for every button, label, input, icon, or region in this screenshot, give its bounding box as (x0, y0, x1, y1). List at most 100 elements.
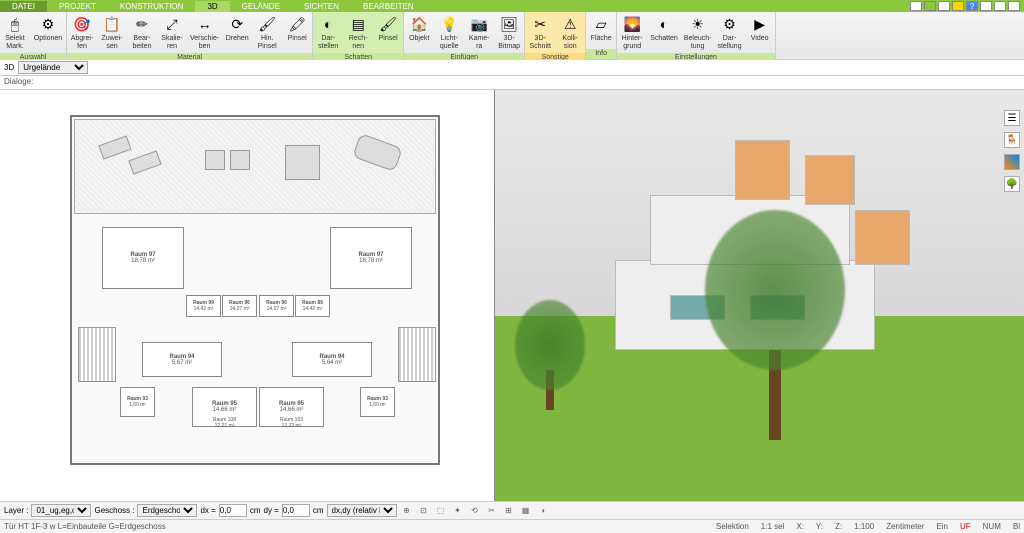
ribbon-btn[interactable]: ⟳Drehen (222, 12, 252, 53)
ribbon-btn[interactable]: 🏠Objekt (404, 12, 434, 53)
furniture-icon[interactable]: 🪑 (1004, 132, 1020, 148)
status-unit: Zentimeter (886, 522, 924, 531)
stairs-left (78, 327, 116, 382)
ribbon: 🖱 SelektMark. ⚙ Optionen Auswahl 🎯Abgrei… (0, 12, 1024, 60)
ribbon-btn[interactable]: 🖌Pinsel (373, 12, 403, 53)
wc2[interactable] (924, 1, 936, 11)
ribbon-btn[interactable]: 📋Zuwei-sen (97, 12, 127, 53)
status-y: Y: (816, 522, 823, 531)
ribbon-btn[interactable]: ▤Rech-nen (343, 12, 373, 53)
lbl: Video (751, 35, 769, 43)
ribbon-btn[interactable]: 🖍Pinsel (282, 12, 312, 53)
ribbon-group-info: ▱Fläche Info (586, 12, 617, 59)
ribbon-btn[interactable]: ✏Bear-beiten (127, 12, 157, 53)
cm-label: cm (250, 506, 261, 515)
geschoss-label: Geschoss : (94, 506, 134, 515)
mode-select[interactable]: dx,dy (relativ ka (327, 504, 397, 517)
ribbon-btn[interactable]: 💡Licht-quelle (434, 12, 464, 53)
dx-input[interactable] (219, 504, 247, 517)
menu-gelaende[interactable]: GELÄNDE (230, 1, 292, 12)
room[interactable]: Raum 931,60 m² (120, 387, 155, 417)
tool-icon: 🎯 (72, 14, 92, 34)
ribbon-btn[interactable]: 🖌Hin.Pinsel (252, 12, 282, 53)
room[interactable]: Raum 9914,42 m² (186, 295, 221, 317)
tool-icon[interactable]: ✂ (485, 504, 499, 518)
tool-icon[interactable]: ✦ (451, 504, 465, 518)
menu-3d[interactable]: 3D (195, 1, 229, 12)
geschoss-select[interactable]: Erdgeschos (137, 504, 197, 517)
status-z: Z: (835, 522, 842, 531)
dy-input[interactable] (282, 504, 310, 517)
room[interactable]: Raum 9614,07 m² (259, 295, 294, 317)
room[interactable]: Raum 945,67 m² (142, 342, 222, 377)
pane-3d[interactable] (495, 90, 1024, 501)
close-button[interactable] (1008, 1, 1020, 11)
help-button[interactable]: ? (966, 1, 978, 11)
room[interactable]: Raum 9614,07 m² (222, 295, 257, 317)
room[interactable]: Raum 10812,21 m² (192, 417, 257, 429)
tree-icon[interactable]: 🌳 (1004, 176, 1020, 192)
ribbon-btn[interactable]: ☀Beleuch-tung (681, 12, 715, 53)
room[interactable]: Raum 931,60 m² (360, 387, 395, 417)
ribbon-btn[interactable]: ✂3D-Schnitt (525, 12, 555, 53)
ribbon-btn[interactable]: ⚠Kolli-sion (555, 12, 585, 53)
room[interactable]: Raum 10312,22 m² (259, 417, 324, 429)
tool-icon: 📋 (102, 14, 122, 34)
tool-icon[interactable]: ⬚ (434, 504, 448, 518)
statusbar: Tür HT 1F-3 w L=Einbauteile G=Erdgeschos… (0, 519, 1024, 533)
lbl: Licht-quelle (440, 35, 459, 51)
ribbon-btn[interactable]: 🌄Hinter-grund (617, 12, 647, 53)
tree-center (705, 210, 845, 440)
layer-select[interactable]: Urgelände (18, 61, 88, 74)
menu-bearbeiten[interactable]: BEARBEITEN (351, 1, 426, 12)
ribbon-btn[interactable]: 🖼3D-Bitmap (494, 12, 524, 53)
tool-icon: ⟳ (227, 14, 247, 34)
tool-icon: ◐ (654, 14, 674, 34)
optionen-button[interactable]: ⚙ Optionen (30, 12, 66, 53)
layers-icon[interactable]: ☰ (1004, 110, 1020, 126)
ribbon-btn[interactable]: ⤢Skalie-ren (157, 12, 187, 53)
menu-sichten[interactable]: SICHTEN (292, 1, 351, 12)
tool-icon[interactable]: ⊞ (502, 504, 516, 518)
tool-icon[interactable]: ▦ (519, 504, 533, 518)
lounger (128, 150, 161, 174)
room[interactable]: Raum 9718,78 m² (102, 227, 184, 289)
tool-icon[interactable]: ⊡ (417, 504, 431, 518)
selekt-button[interactable]: 🖱 SelektMark. (0, 12, 30, 53)
maximize-button[interactable] (994, 1, 1006, 11)
tool-icon: ⤢ (162, 14, 182, 34)
ribbon-btn[interactable]: ▶Video (745, 12, 775, 53)
materials-icon[interactable] (1004, 154, 1020, 170)
lbl: Pinsel (288, 35, 307, 43)
layer-select-bottom[interactable]: 01_ug,eg,og (31, 504, 91, 517)
patio (74, 119, 436, 214)
sofa (205, 150, 225, 170)
wc1[interactable] (910, 1, 922, 11)
lbl: Drehen (226, 35, 249, 43)
menu-datei[interactable]: DATEI (0, 1, 47, 12)
room[interactable]: Raum 8914,42 m² (295, 295, 330, 317)
wc3[interactable] (938, 1, 950, 11)
wc4[interactable] (952, 1, 964, 11)
minimize-button[interactable] (980, 1, 992, 11)
dialoge-row: Dialoge: (0, 76, 1024, 90)
lbl: Abgrei-fen (71, 35, 94, 51)
ribbon-btn[interactable]: 📷Kame-ra (464, 12, 494, 53)
pool (352, 133, 403, 172)
tool-icon[interactable]: ◑ (536, 504, 550, 518)
tool-icon: ↔ (195, 14, 215, 34)
menu-konstruktion[interactable]: KONSTRUKTION (108, 1, 196, 12)
ribbon-btn[interactable]: 🎯Abgrei-fen (67, 12, 97, 53)
ribbon-btn[interactable]: ⚙Dar-stellung (714, 12, 744, 53)
tool-icon[interactable]: ⟲ (468, 504, 482, 518)
ribbon-btn[interactable]: ↔Verschie-ben (187, 12, 222, 53)
ribbon-btn[interactable]: ◐Schatten (647, 12, 681, 53)
room[interactable]: Raum 945,64 m² (292, 342, 372, 377)
tool-icon[interactable]: ⊕ (400, 504, 414, 518)
room[interactable]: Raum 9718,78 m² (330, 227, 412, 289)
menu-projekt[interactable]: PROJEKT (47, 1, 108, 12)
ribbon-btn[interactable]: ▱Fläche (586, 12, 616, 49)
ribbon-btn[interactable]: ◐Dar-stellen (313, 12, 343, 53)
lbl: 3D-Bitmap (498, 35, 520, 51)
pane-2d[interactable]: Raum 9718,78 m²Raum 9718,78 m²Raum 9914,… (0, 90, 495, 501)
